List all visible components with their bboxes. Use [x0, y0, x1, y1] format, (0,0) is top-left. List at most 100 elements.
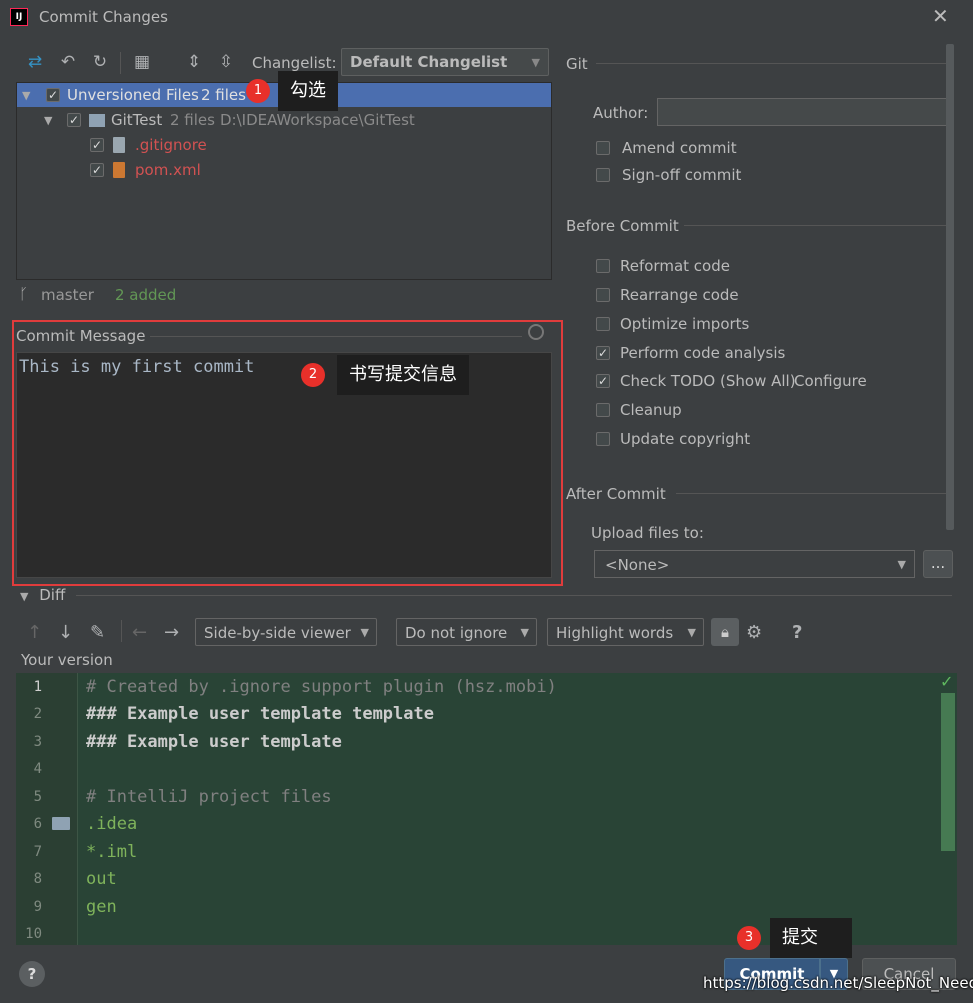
line-number: 9	[33, 899, 42, 915]
folder-icon	[89, 114, 105, 127]
changes-tree[interactable]: ▼ ✓ Unversioned Files 2 files ▼ ✓ GitTes…	[16, 82, 552, 280]
help-button[interactable]: ?	[19, 961, 45, 987]
tree-row-project[interactable]: ▼ ✓ GitTest 2 files D:\IDEAWorkspace\Git…	[17, 108, 551, 132]
project-checkbox[interactable]: ✓	[67, 113, 81, 127]
next-difference-icon[interactable]: ↓	[58, 622, 73, 643]
file-name: pom.xml	[135, 161, 201, 179]
line-number: 6	[33, 816, 42, 832]
changelist-label: Changelist:	[252, 54, 337, 72]
upload-select[interactable]: <None> ▼	[594, 550, 915, 578]
section-divider	[150, 336, 522, 337]
code-line: ### Example user template	[86, 732, 342, 752]
edit-source-icon[interactable]: ✎	[90, 622, 105, 643]
forward-icon[interactable]: →	[164, 622, 179, 643]
tree-row-file[interactable]: ✓ pom.xml	[17, 158, 551, 182]
signoff-checkbox[interactable]	[596, 168, 610, 182]
option-label: Check TODO (Show All)	[620, 372, 796, 390]
refresh-icon[interactable]: ↻	[89, 52, 111, 72]
back-icon[interactable]: ←	[132, 622, 147, 643]
branch-name[interactable]: master	[41, 286, 94, 304]
file-checkbox[interactable]: ✓	[90, 163, 104, 177]
collapse-all-icon[interactable]: ⇳	[215, 52, 237, 72]
author-input[interactable]	[657, 98, 951, 126]
diff-title: Diff	[39, 586, 66, 604]
ignore-select[interactable]: Do not ignore ▼	[396, 618, 537, 646]
before-commit-title: Before Commit	[566, 217, 679, 235]
option-checkbox[interactable]	[596, 432, 610, 446]
file-checkbox[interactable]: ✓	[90, 138, 104, 152]
options-scrollbar[interactable]	[946, 44, 954, 530]
window-title: Commit Changes	[39, 8, 168, 26]
annotation-tip: 书写提交信息	[337, 355, 469, 395]
commit-message-title: Commit Message	[16, 327, 146, 345]
section-divider	[676, 493, 948, 494]
annotation-tip: 勾选	[278, 71, 338, 111]
ignore-value: Do not ignore	[405, 624, 508, 642]
xml-file-icon	[113, 162, 125, 178]
gear-icon[interactable]: ⚙	[746, 622, 762, 643]
line-number: 3	[33, 734, 42, 750]
rollback-icon[interactable]: ↶	[57, 52, 79, 72]
option-checkbox[interactable]	[596, 317, 610, 331]
line-number: 5	[33, 789, 42, 805]
viewer-value: Side-by-side viewer	[204, 624, 351, 642]
chevron-down-icon: ▼	[520, 626, 529, 639]
project-count: 2 files	[170, 111, 215, 129]
tree-row-file[interactable]: ✓ .gitignore	[17, 133, 551, 157]
chevron-down-icon: ▼	[531, 56, 540, 69]
history-clock-icon[interactable]	[528, 324, 544, 340]
after-commit-title: After Commit	[566, 485, 666, 503]
code-line: .idea	[86, 814, 138, 834]
chevron-down-icon: ▼	[897, 558, 906, 571]
diff-toggle[interactable]: ▼ Diff	[20, 586, 65, 604]
unversioned-checkbox[interactable]: ✓	[46, 88, 60, 102]
section-divider	[684, 225, 948, 226]
option-checkbox[interactable]: ✓	[596, 374, 610, 388]
help-icon[interactable]: ?	[792, 622, 802, 643]
code-line: ### Example user template template	[86, 704, 434, 724]
project-path: D:\IDEAWorkspace\GitTest	[220, 111, 415, 129]
highlight-select[interactable]: Highlight words ▼	[547, 618, 704, 646]
checkmark-icon: ✓	[940, 672, 954, 691]
amend-checkbox[interactable]	[596, 141, 610, 155]
close-icon[interactable]: ✕	[932, 4, 949, 28]
expand-arrow-icon[interactable]: ▼	[44, 114, 52, 127]
commit-message-input[interactable]: This is my first commit	[16, 352, 552, 578]
folder-icon	[52, 817, 70, 830]
previous-difference-icon[interactable]: ↑	[27, 622, 42, 643]
annotation-tip: 提交	[770, 918, 852, 958]
watermark: https://blog.csdn.net/SleepNot_Need	[703, 974, 973, 992]
option-label: Cleanup	[620, 401, 682, 419]
option-label: Update copyright	[620, 430, 751, 448]
lock-icon[interactable]: 🔒︎	[711, 618, 739, 646]
line-number: 2	[33, 706, 42, 722]
diff-editor[interactable]: 1 2 3 4 5 6 7 8 9 10 # Created by .ignor…	[16, 673, 957, 945]
option-label: Perform code analysis	[620, 344, 786, 362]
show-diff-icon[interactable]: ⇄	[24, 52, 46, 72]
annotation-badge: 3	[737, 926, 761, 950]
group-by-icon[interactable]: ▦	[131, 52, 153, 72]
line-number: 4	[33, 761, 42, 777]
code-line: gen	[86, 897, 117, 917]
section-divider	[76, 595, 952, 596]
highlight-value: Highlight words	[556, 624, 674, 642]
option-checkbox[interactable]: ✓	[596, 346, 610, 360]
section-divider	[596, 63, 948, 64]
option-checkbox[interactable]	[596, 403, 610, 417]
annotation-badge: 2	[301, 363, 325, 387]
editor-scrollbar[interactable]	[941, 693, 955, 851]
collapse-arrow-icon[interactable]: ▼	[20, 590, 28, 603]
line-gutter: 1 2 3 4 5 6 7 8 9 10	[16, 673, 78, 945]
viewer-select[interactable]: Side-by-side viewer ▼	[195, 618, 377, 646]
expand-all-icon[interactable]: ⇕	[183, 52, 205, 72]
expand-arrow-icon[interactable]: ▼	[22, 89, 30, 102]
changelist-select[interactable]: Default Changelist ▼	[341, 48, 549, 76]
browse-button[interactable]: ...	[923, 550, 953, 578]
commit-message-text: This is my first commit	[19, 357, 255, 377]
line-number: 8	[33, 871, 42, 887]
project-label: GitTest	[111, 111, 163, 129]
configure-link[interactable]: Configure	[794, 372, 867, 390]
option-checkbox[interactable]	[596, 259, 610, 273]
chevron-down-icon: ▼	[360, 626, 369, 639]
option-checkbox[interactable]	[596, 288, 610, 302]
